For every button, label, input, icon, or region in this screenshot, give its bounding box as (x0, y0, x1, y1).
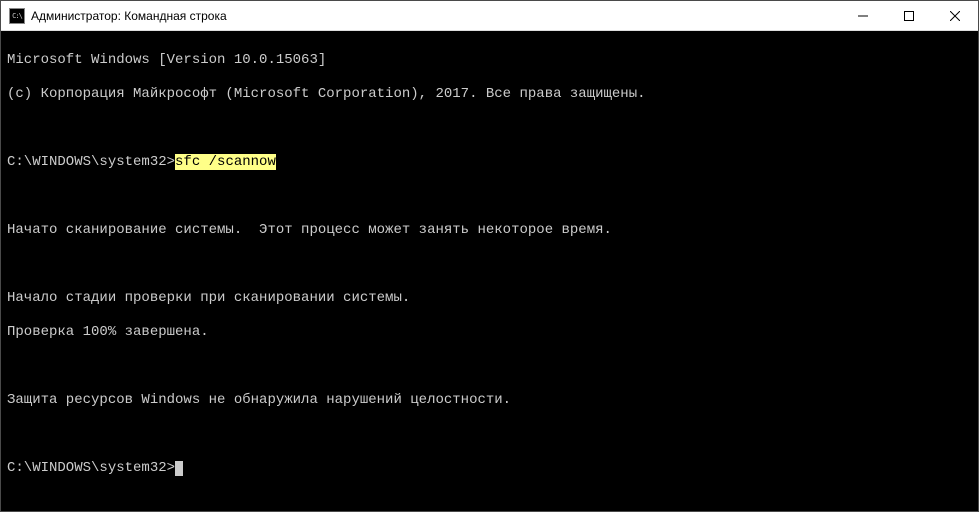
entered-command: sfc /scannow (175, 154, 276, 170)
console-line: Начало стадии проверки при сканировании … (7, 290, 972, 307)
prompt-text: C:\WINDOWS\system32> (7, 460, 175, 476)
console-line: Защита ресурсов Windows не обнаружила на… (7, 392, 972, 409)
minimize-icon (858, 11, 868, 21)
maximize-button[interactable] (886, 1, 932, 30)
maximize-icon (904, 11, 914, 21)
console-blank (7, 358, 972, 375)
window-controls (840, 1, 978, 30)
console-blank (7, 426, 972, 443)
command-prompt-window: C:\ Администратор: Командная строка Micr… (0, 0, 979, 512)
close-button[interactable] (932, 1, 978, 30)
console-blank (7, 256, 972, 273)
close-icon (950, 11, 960, 21)
console-line: Проверка 100% завершена. (7, 324, 972, 341)
window-title: Администратор: Командная строка (31, 9, 840, 23)
cmd-icon: C:\ (9, 8, 25, 24)
console-blank (7, 120, 972, 137)
prompt-text: C:\WINDOWS\system32> (7, 154, 175, 170)
console-output[interactable]: Microsoft Windows [Version 10.0.15063] (… (1, 31, 978, 511)
console-prompt-line: C:\WINDOWS\system32> (7, 460, 972, 477)
minimize-button[interactable] (840, 1, 886, 30)
console-line: Microsoft Windows [Version 10.0.15063] (7, 52, 972, 69)
console-line: Начато сканирование системы. Этот процес… (7, 222, 972, 239)
cursor (175, 461, 183, 476)
console-prompt-line: C:\WINDOWS\system32>sfc /scannow (7, 154, 972, 171)
console-blank (7, 188, 972, 205)
console-line: (c) Корпорация Майкрософт (Microsoft Cor… (7, 86, 972, 103)
titlebar[interactable]: C:\ Администратор: Командная строка (1, 1, 978, 31)
